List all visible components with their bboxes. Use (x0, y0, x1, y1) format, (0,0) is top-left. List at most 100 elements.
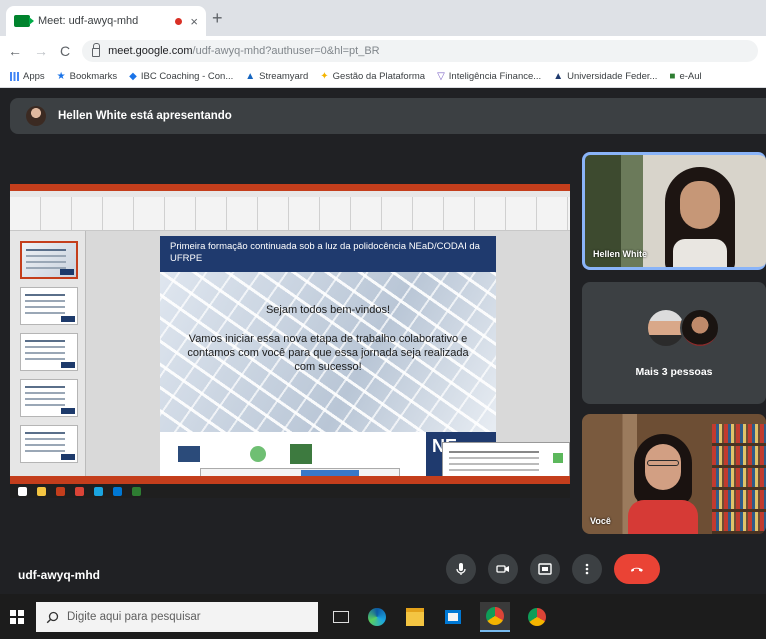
shared-folder-icon (37, 486, 46, 496)
camera-icon (496, 565, 509, 573)
task-view-icon[interactable] (330, 606, 352, 628)
file-explorer-icon[interactable] (404, 606, 426, 628)
taskbar-search[interactable]: Digite aqui para pesquisar (36, 602, 318, 632)
lock-icon (92, 43, 101, 57)
presenter-avatar (26, 106, 46, 126)
url-text: meet.google.com/udf-awyq-mhd?authuser=0&… (108, 45, 380, 57)
participant-shirt (673, 239, 727, 267)
new-tab-button[interactable]: + (212, 8, 223, 29)
bookmark-gestao[interactable]: ✦ Gestão da Plataforma (320, 71, 425, 82)
slide-welcome: Sejam todos bem-vindos! (265, 304, 391, 316)
participant-tile-presenter[interactable]: Hellen White (582, 152, 766, 270)
powerpoint-ribbon (10, 191, 570, 231)
ribbon-tabs (10, 191, 570, 197)
presenter-banner: Hellen White está apresentando (10, 98, 766, 134)
windows-taskbar: Digite aqui para pesquisar (0, 594, 766, 639)
slide-thumbnail (20, 379, 78, 417)
thumbnail-badge (61, 408, 75, 414)
slide-header: Primeira formação continuada sob a luz d… (160, 236, 496, 272)
bookmark-label: Streamyard (259, 71, 309, 82)
chrome-profile-icon[interactable] (526, 606, 548, 628)
present-now-button[interactable] (530, 554, 560, 584)
slide-thumbnail (20, 333, 78, 371)
tab-close-icon[interactable]: × (190, 14, 198, 29)
participant-face (680, 181, 720, 229)
leave-call-button[interactable] (614, 554, 660, 584)
microphone-button[interactable] (446, 554, 476, 584)
more-options-button[interactable] (572, 554, 602, 584)
current-slide: Primeira formação continuada sob a luz d… (160, 236, 496, 476)
bookmark-streamyard[interactable]: ▲ Streamyard (245, 71, 308, 82)
eaula-icon: ■ (669, 71, 676, 82)
browser-toolbar: ← → C meet.google.com/udf-awyq-mhd?authu… (0, 36, 766, 66)
star-icon: ★ (56, 71, 66, 82)
apps-grid-icon (10, 72, 19, 81)
slide-body: Vamos iniciar essa nova etapa de trabalh… (187, 333, 469, 373)
shared-powerpoint-icon (56, 486, 65, 496)
shared-app-icon (132, 486, 141, 496)
ufrpe-logo (178, 446, 200, 462)
more-vert-icon (585, 563, 589, 575)
bookmark-label: IBC Coaching - Con... (140, 71, 234, 82)
filter-icon: ▽ (437, 71, 445, 82)
ibc-logo-icon: ◆ (129, 71, 137, 82)
bookmark-ibc[interactable]: ◆ IBC Coaching - Con... (129, 71, 233, 82)
address-bar[interactable]: meet.google.com/udf-awyq-mhd?authuser=0&… (82, 40, 758, 62)
reload-button[interactable]: C (60, 43, 70, 59)
university-icon: ▲ (553, 71, 564, 82)
bookmarks-bar: Apps ★ Bookmarks ◆ IBC Coaching - Con... ▲… (0, 66, 766, 88)
bookmark-inteligencia[interactable]: ▽ Inteligência Finance... (437, 71, 541, 82)
bookmark-label: Inteligência Finance... (448, 71, 542, 82)
bookshelf-background (712, 424, 766, 534)
powerpoint-status-bar (10, 476, 570, 484)
edge-icon[interactable] (366, 606, 388, 628)
participant-name: Hellen White (593, 249, 648, 259)
self-face (645, 444, 681, 490)
shared-screen[interactable]: Primeira formação continuada sob a luz d… (10, 184, 570, 498)
self-video (628, 434, 698, 534)
nead-logo (250, 446, 266, 462)
meet-call-area: Hellen White está apresentando Primeira … (0, 88, 766, 594)
shared-store-icon (113, 486, 122, 496)
participant-avatar (680, 308, 720, 348)
store-icon[interactable] (442, 606, 464, 628)
thumbnail-badge (61, 454, 75, 460)
bookmark-label: Universidade Feder... (567, 71, 658, 82)
bookmark-universidade[interactable]: ▲ Universidade Feder... (553, 71, 657, 82)
meeting-code: udf-awyq-mhd (18, 568, 100, 582)
shared-edge-icon (94, 486, 103, 496)
url-path: /udf-awyq-mhd?authuser=0&hl=pt_BR (192, 45, 380, 57)
back-button[interactable]: ← (8, 43, 22, 59)
more-people-label: Mais 3 pessoas (635, 366, 713, 378)
tab-meet[interactable]: Meet: udf-awyq-mhd × (6, 6, 206, 36)
bookmark-bookmarks[interactable]: ★ Bookmarks (57, 71, 117, 82)
bookmark-label: e-Aul (679, 71, 702, 82)
recording-dot-icon (175, 17, 183, 25)
participant-tile-more[interactable]: Mais 3 pessoas (582, 282, 766, 404)
slide-thumbnail (20, 241, 78, 279)
streamyard-icon: ▲ (245, 71, 256, 82)
tab-title: Meet: udf-awyq-mhd (38, 15, 139, 27)
participant-tile-self[interactable]: Você (582, 414, 766, 534)
shared-chrome-icon (75, 486, 84, 496)
thumbnail-badge (61, 362, 75, 368)
windows-start-icon[interactable] (10, 610, 24, 624)
microphone-icon (456, 563, 466, 575)
thumbnail-badge (60, 269, 74, 275)
camera-button[interactable] (488, 554, 518, 584)
chrome-icon[interactable] (480, 602, 510, 632)
url-host: meet.google.com (108, 45, 193, 57)
search-placeholder: Digite aqui para pesquisar (67, 611, 201, 623)
presenter-text: Hellen White está apresentando (58, 110, 232, 122)
forward-button[interactable]: → (34, 43, 48, 59)
bookmark-label: Bookmarks (69, 71, 118, 82)
bookmark-eaul[interactable]: ■ e-Aul (669, 71, 701, 82)
bookmark-apps[interactable]: Apps (10, 71, 45, 82)
codai-logo (290, 444, 312, 464)
powerpoint-title-bar (10, 184, 570, 191)
self-name: Você (590, 516, 611, 526)
slide-thumbnail (20, 425, 78, 463)
bookmark-label: Apps (23, 71, 45, 82)
platform-icon: ✦ (320, 71, 329, 82)
participant-video (665, 167, 735, 267)
